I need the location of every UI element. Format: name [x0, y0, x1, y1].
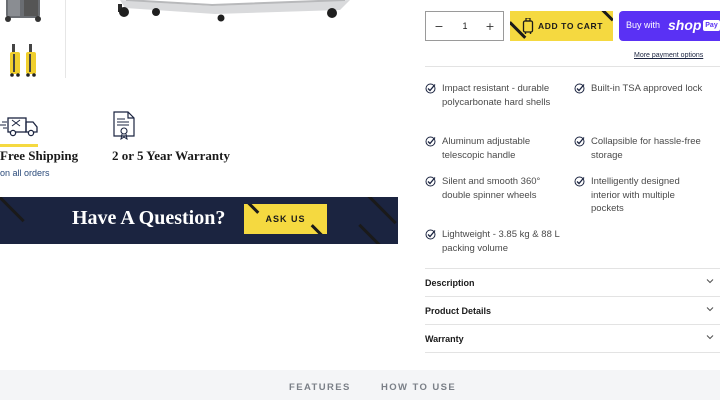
benefit-subtitle-link[interactable]: on all orders	[0, 168, 50, 178]
thumbnail-luggage-top[interactable]	[0, 0, 60, 24]
shop-pay-prefix: Buy with	[626, 20, 661, 30]
check-circle-icon	[574, 83, 585, 94]
question-banner: Have A Question? ASK US	[0, 197, 398, 244]
add-to-cart-label: ADD TO CART	[538, 21, 603, 31]
shop-pay-button[interactable]: Buy with shop Pay	[619, 11, 720, 41]
decorative-stripe	[366, 197, 397, 225]
luggage-icon	[522, 18, 534, 34]
decorative-stripe	[358, 223, 389, 244]
shop-pay-badge: Pay	[703, 20, 720, 31]
feature-text: Silent and smooth 360° double spinner wh…	[442, 176, 541, 201]
quantity-input[interactable]	[452, 12, 478, 40]
section-tab-bar: FEATURES HOW TO USE	[0, 370, 720, 400]
feature-item: Collapsible for hassle-free storage	[574, 135, 709, 162]
check-circle-icon	[574, 136, 585, 147]
decorative-stripe	[310, 224, 327, 234]
thumbnail-strip	[0, 0, 66, 78]
feature-item: Intelligently designed interior with mul…	[574, 175, 709, 216]
delivery-truck-icon	[0, 117, 38, 137]
feature-item: Built-in TSA approved lock	[574, 82, 709, 96]
feature-text: Intelligently designed interior with mul…	[591, 176, 680, 214]
quantity-increase-button[interactable]: +	[477, 12, 503, 40]
feature-text: Impact resistant - durable polycarbonate…	[442, 83, 551, 108]
benefit-free-shipping: Free Shipping on all orders	[0, 110, 100, 178]
check-circle-icon	[425, 176, 436, 187]
tab-how-to-use[interactable]: HOW TO USE	[381, 382, 456, 393]
decorative-stripe	[599, 11, 613, 22]
decorative-stripe	[244, 204, 260, 214]
ask-us-label: ASK US	[265, 214, 306, 224]
benefit-warranty: 2 or 5 Year Warranty	[112, 110, 252, 163]
chevron-down-icon	[706, 335, 714, 340]
divider	[425, 352, 720, 353]
add-to-cart-button[interactable]: ADD TO CART	[510, 11, 613, 41]
tab-features[interactable]: FEATURES	[289, 382, 351, 393]
chevron-down-icon	[706, 307, 714, 312]
feature-item: Lightweight - 3.85 kg & 88 L packing vol…	[425, 228, 560, 255]
feature-text: Collapsible for hassle-free storage	[591, 136, 701, 161]
accordion-label: Description	[425, 278, 475, 288]
accordion-product-details[interactable]: Product Details	[425, 297, 720, 325]
quantity-decrease-button[interactable]: −	[426, 12, 452, 40]
check-circle-icon	[425, 229, 436, 240]
accordion-warranty[interactable]: Warranty	[425, 325, 720, 353]
feature-text: Built-in TSA approved lock	[591, 83, 703, 94]
check-circle-icon	[574, 176, 585, 187]
benefit-accent-bar	[0, 144, 38, 147]
feature-text: Aluminum adjustable telescopic handle	[442, 136, 531, 161]
accordion-label: Warranty	[425, 334, 464, 344]
certificate-icon	[113, 111, 135, 140]
feature-item: Aluminum adjustable telescopic handle	[425, 135, 560, 162]
check-circle-icon	[425, 83, 436, 94]
thumbnail-luggage-yellow[interactable]	[0, 36, 60, 78]
accordion-label: Product Details	[425, 306, 492, 316]
more-payment-options-link[interactable]: More payment options	[634, 52, 703, 59]
feature-text: Lightweight - 3.85 kg & 88 L packing vol…	[442, 229, 560, 254]
decorative-stripe	[0, 197, 25, 223]
quantity-stepper: − +	[425, 11, 504, 41]
divider	[425, 66, 720, 67]
feature-item: Silent and smooth 360° double spinner wh…	[425, 175, 565, 202]
benefit-title: Free Shipping	[0, 148, 79, 163]
benefit-title: 2 or 5 Year Warranty	[112, 148, 230, 163]
product-hero-image	[118, 0, 350, 22]
shop-logo: shop	[668, 17, 702, 33]
accordion-description[interactable]: Description	[425, 269, 720, 297]
chevron-down-icon	[706, 279, 714, 284]
check-circle-icon	[425, 136, 436, 147]
feature-item: Impact resistant - durable polycarbonate…	[425, 82, 560, 109]
question-heading: Have A Question?	[72, 207, 226, 229]
ask-us-button[interactable]: ASK US	[244, 204, 327, 234]
